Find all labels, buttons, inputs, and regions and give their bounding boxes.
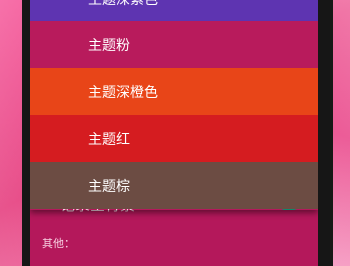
menu-item-theme-brown[interactable]: 主题棕 — [30, 162, 318, 209]
menu-item-label: 主题红 — [88, 131, 130, 148]
other-section-header: 其他： — [42, 237, 75, 250]
partial-list-item[interactable]: ​ — [42, 258, 52, 266]
menu-item-theme-deep-purple[interactable]: 主题深紫色 — [30, 0, 318, 21]
menu-item-theme-pink[interactable]: 主题粉 — [30, 21, 318, 68]
menu-item-label: 主题粉 — [88, 37, 130, 54]
menu-item-label: 主题深紫色 — [88, 0, 158, 8]
app-screen: 记录全背景 其他： ​ 主题深紫色 主题粉 主题深橙色 主题红 主题棕 — [30, 0, 318, 266]
theme-color-menu: 主题深紫色 主题粉 主题深橙色 主题红 主题棕 — [30, 0, 318, 210]
menu-item-label: 主题棕 — [88, 178, 130, 195]
menu-item-theme-deep-orange[interactable]: 主题深橙色 — [30, 68, 318, 115]
menu-item-theme-red[interactable]: 主题红 — [30, 115, 318, 162]
menu-item-label: 主题深橙色 — [88, 84, 158, 101]
